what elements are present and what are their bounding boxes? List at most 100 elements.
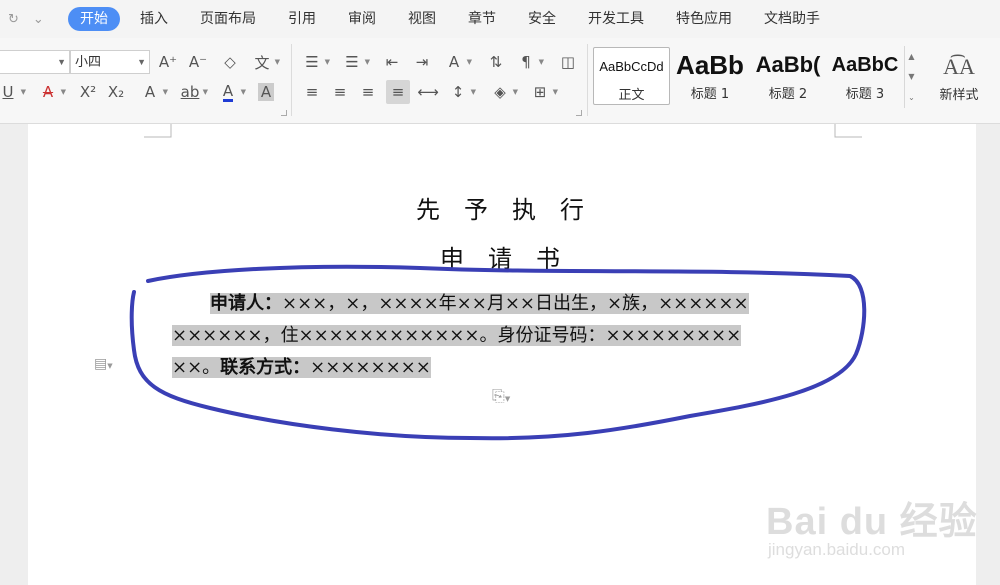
style-preview: AaBb( bbox=[755, 52, 821, 77]
baidu-url: jingyan.baidu.com bbox=[768, 540, 906, 559]
underline-icon: U bbox=[2, 83, 14, 101]
tab-page-layout[interactable]: 页面布局 bbox=[184, 7, 272, 31]
font-color-button[interactable]: A ▼ bbox=[216, 80, 246, 104]
chevron-up-icon[interactable]: ▲ bbox=[908, 52, 914, 61]
line-spacing-button[interactable]: ↕ ▼ bbox=[446, 80, 476, 104]
chevron-down-icon: ▼ bbox=[466, 58, 472, 66]
strikethrough-button[interactable]: A ▼ bbox=[36, 80, 66, 104]
chevron-down-icon: ▼ bbox=[552, 88, 558, 96]
style-normal[interactable]: AaBbCcDd 正文 bbox=[593, 47, 670, 105]
chevron-down-icon: ▼ bbox=[137, 57, 146, 67]
paragraph-line-2[interactable]: ××××××，住××××××××××××。身份证号码：××××××××× bbox=[172, 322, 742, 350]
chevron-down-icon: ▼ bbox=[274, 58, 280, 66]
tab-chapter[interactable]: 章节 bbox=[452, 7, 512, 31]
chevron-down-icon: ▼ bbox=[512, 88, 518, 96]
align-left-icon: ≡ bbox=[305, 83, 319, 101]
chevron-down-icon: ▼ bbox=[57, 57, 66, 67]
crop-mark bbox=[834, 124, 862, 138]
redo-icon[interactable]: ↻ bbox=[8, 12, 19, 27]
chevron-down-icon[interactable]: ▼ bbox=[908, 72, 914, 81]
align-center-button[interactable]: ≡ bbox=[328, 80, 352, 104]
char-shading-button[interactable]: A bbox=[254, 80, 278, 104]
style-heading-1[interactable]: AaBb 标题 1 bbox=[672, 47, 748, 105]
clear-format-button[interactable]: ◇ bbox=[218, 50, 242, 74]
align-left-button[interactable]: ≡ bbox=[300, 80, 324, 104]
align-right-button[interactable]: ≡ bbox=[356, 80, 380, 104]
paragraph-line-3[interactable]: ××。联系方式：×××××××× bbox=[172, 354, 431, 382]
chevron-down-icon: ▼ bbox=[470, 88, 476, 96]
superscript-button[interactable]: X² bbox=[76, 80, 100, 104]
highlighter-icon: ab bbox=[180, 83, 200, 101]
chevron-down-icon: ▼ bbox=[364, 58, 370, 66]
chevron-down-icon: ▼ bbox=[60, 88, 66, 96]
paint-bucket-icon: ◈ bbox=[494, 83, 506, 101]
address-id-info: ××××××，住××××××××××××。身份证号码：××××××××× bbox=[172, 325, 742, 346]
chevron-down-icon: ▼ bbox=[202, 88, 208, 96]
font-size-select[interactable]: 小四 ▼ bbox=[70, 50, 150, 74]
menu-tabs: 开始 插入 页面布局 引用 审阅 视图 章节 安全 开发工具 特色应用 文档助手 bbox=[68, 7, 836, 31]
nav-pane-icon: ◫ bbox=[560, 53, 576, 71]
text-direction-button[interactable]: A ▼ bbox=[442, 50, 472, 74]
superscript-icon: X² bbox=[79, 83, 97, 101]
bullets-button[interactable]: ☰ ▼ bbox=[300, 50, 330, 74]
tab-insert[interactable]: 插入 bbox=[124, 7, 184, 31]
tab-security[interactable]: 安全 bbox=[512, 7, 572, 31]
paragraph-layout-icon[interactable]: ▤▼ bbox=[94, 356, 113, 372]
bullet-list-icon: ☰ bbox=[305, 53, 319, 71]
style-heading-3[interactable]: AaBbC 标题 3 bbox=[828, 47, 902, 105]
tab-special-apps[interactable]: 特色应用 bbox=[660, 7, 748, 31]
chevron-down-icon: ▼ bbox=[240, 88, 246, 96]
tab-home[interactable]: 开始 bbox=[68, 7, 120, 31]
justify-icon: ≡ bbox=[391, 83, 405, 101]
style-preview: AaBbCcDd bbox=[599, 58, 664, 74]
distributed-button[interactable]: ⟷ bbox=[416, 80, 440, 104]
grow-font-button[interactable]: A⁺ bbox=[156, 50, 180, 74]
contact-value: ×××××××× bbox=[310, 357, 431, 378]
style-heading-2[interactable]: AaBb( 标题 2 bbox=[750, 47, 826, 105]
tab-references[interactable]: 引用 bbox=[272, 7, 332, 31]
numbered-list-icon: ☰ bbox=[345, 53, 359, 71]
decrease-indent-button[interactable]: ⇤ bbox=[380, 50, 404, 74]
applicant-label: 申请人： bbox=[210, 293, 282, 314]
font-name-select[interactable]: ▼ bbox=[0, 50, 70, 74]
shading-button[interactable]: ◈ ▼ bbox=[488, 80, 518, 104]
font-size-value: 小四 bbox=[75, 54, 102, 69]
font-dialog-launcher[interactable] bbox=[281, 110, 287, 116]
phonetic-icon: 文 bbox=[254, 53, 270, 72]
sort-button[interactable]: ⇅ bbox=[484, 50, 508, 74]
paragraph-dialog-launcher[interactable] bbox=[576, 110, 582, 116]
customize-dropdown-icon[interactable]: ⌄ bbox=[33, 12, 44, 27]
baidu-logo: Bai du 经验 bbox=[766, 501, 978, 543]
text-effect-icon: A bbox=[144, 83, 156, 101]
justify-button[interactable]: ≡ bbox=[386, 80, 410, 104]
expand-gallery-icon[interactable]: ⌄ bbox=[908, 93, 915, 102]
tab-view[interactable]: 视图 bbox=[392, 7, 452, 31]
outdent-icon: ⇤ bbox=[385, 53, 399, 71]
paste-options-icon[interactable]: ⎘▼ bbox=[492, 386, 510, 406]
style-name: 标题 3 bbox=[845, 87, 885, 102]
tab-review[interactable]: 审阅 bbox=[332, 7, 392, 31]
numbering-button[interactable]: ☰ ▼ bbox=[340, 50, 370, 74]
applicant-info: ×××，×，××××年××月××日出生，×族，×××××× bbox=[282, 293, 749, 314]
line-spacing-icon: ↕ bbox=[451, 83, 465, 101]
borders-button[interactable]: ⊞ ▼ bbox=[528, 80, 558, 104]
tab-developer[interactable]: 开发工具 bbox=[572, 7, 660, 31]
text-effect-button[interactable]: A ▼ bbox=[138, 80, 168, 104]
show-marks-button[interactable]: ¶ ▼ bbox=[514, 50, 544, 74]
subscript-button[interactable]: X₂ bbox=[104, 80, 128, 104]
style-name: 正文 bbox=[618, 88, 645, 103]
new-style-icon: A͡A bbox=[943, 54, 975, 79]
shrink-font-button[interactable]: A⁻ bbox=[186, 50, 210, 74]
style-gallery-scroll[interactable]: ▲ ▼ ⌄ bbox=[904, 46, 918, 108]
new-style-button[interactable]: A͡A 新样式 bbox=[926, 50, 992, 110]
tab-doc-assistant[interactable]: 文档助手 bbox=[748, 7, 836, 31]
navigation-pane-button[interactable]: ◫ bbox=[556, 50, 580, 74]
increase-indent-button[interactable]: ⇥ bbox=[410, 50, 434, 74]
style-name: 标题 2 bbox=[768, 87, 808, 102]
phonetic-button[interactable]: 文 ▼ bbox=[250, 50, 280, 74]
menu-bar: ↻ ⌄ 开始 插入 页面布局 引用 审阅 视图 章节 安全 开发工具 特色应用 … bbox=[0, 0, 1000, 38]
paragraph-line-1[interactable]: 申请人：×××，×，××××年××月××日出生，×族，×××××× bbox=[210, 290, 749, 318]
font-color-icon: A bbox=[222, 81, 234, 102]
underline-button[interactable]: U ▼ bbox=[0, 80, 27, 104]
highlight-button[interactable]: ab ▼ bbox=[178, 80, 208, 104]
